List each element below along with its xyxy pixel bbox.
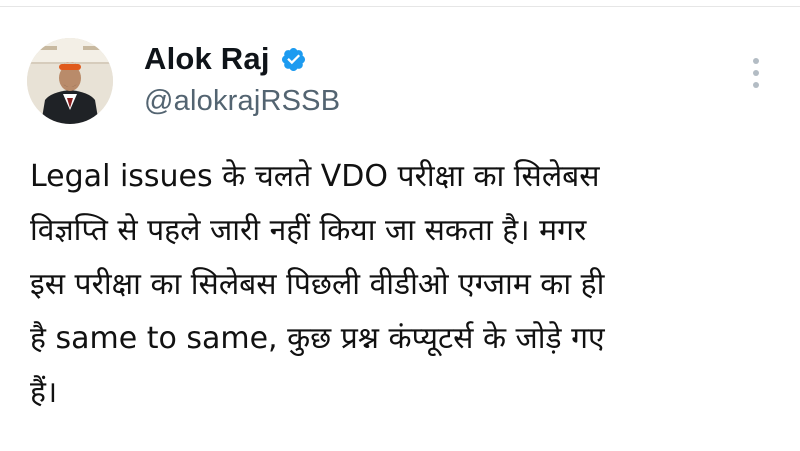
author-name-row: Alok Raj — [144, 42, 307, 76]
display-name[interactable]: Alok Raj — [144, 42, 270, 76]
avatar[interactable] — [27, 38, 113, 124]
author-handle[interactable]: @alokrajRSSB — [144, 84, 340, 118]
tweet-text: Legal issues के चलते VDO परीक्षा का सिले… — [30, 150, 785, 420]
vertical-dots-icon[interactable] — [746, 55, 766, 91]
tweet-text-line: हैं। — [30, 375, 58, 410]
tweet-text-line: विज्ञप्ति से पहले जारी नहीं किया जा सकता… — [30, 213, 587, 248]
verified-badge-icon — [280, 46, 307, 73]
tweet-text-line: है same to same, कुछ प्रश्न कंप्यूटर्स क… — [30, 321, 605, 356]
avatar-photo — [27, 38, 113, 124]
top-divider — [0, 6, 800, 7]
tweet-text-line: Legal issues के चलते VDO परीक्षा का सिले… — [30, 159, 600, 194]
tweet-text-line: इस परीक्षा का सिलेबस पिछली वीडीओ एग्जाम … — [30, 267, 605, 302]
